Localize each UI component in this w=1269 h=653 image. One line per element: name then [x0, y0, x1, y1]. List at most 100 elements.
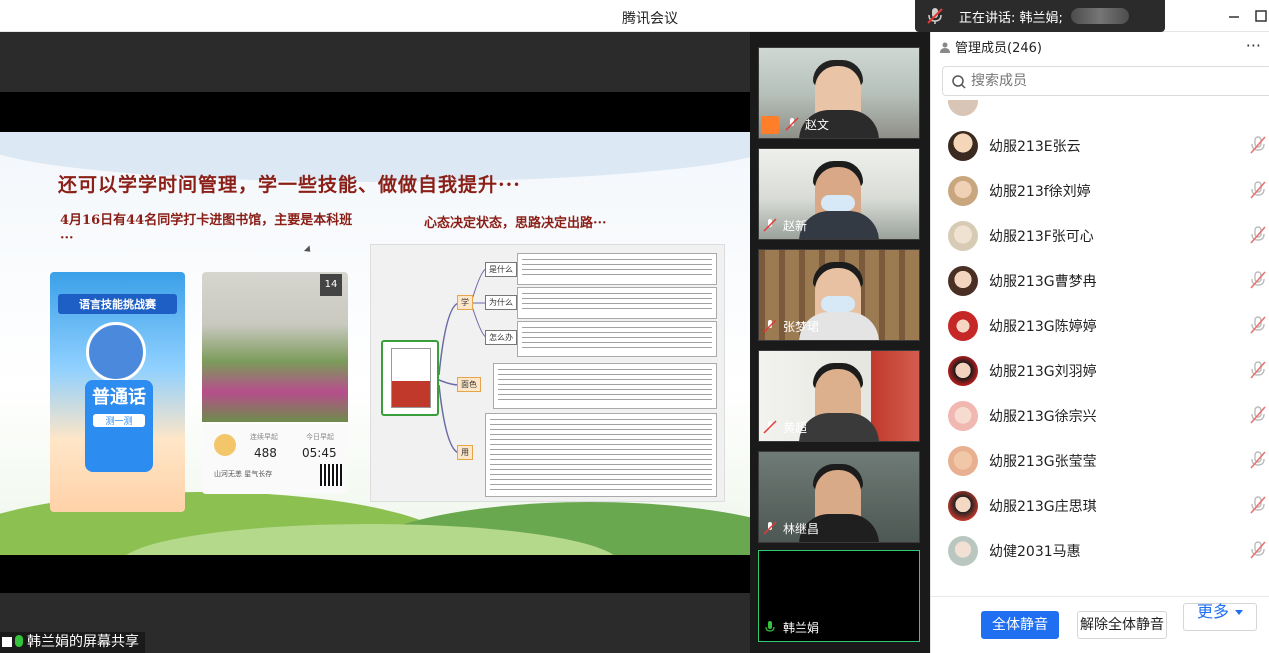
video-tile[interactable]: 赵新 [758, 148, 920, 240]
screen-share-area[interactable]: 还可以学学时间管理，学一些技能、做做自我提升··· 4月16日有44名同学打卡进… [0, 32, 750, 653]
slide-heading: 还可以学学时间管理，学一些技能、做做自我提升··· [58, 174, 521, 196]
avatar [948, 491, 978, 521]
maximize-icon[interactable] [1253, 8, 1269, 24]
member-search[interactable] [942, 66, 1269, 96]
host-icon [761, 116, 779, 134]
mic-off-icon[interactable] [1249, 180, 1267, 200]
avatar [948, 401, 978, 431]
list-item[interactable]: 幼服213G庄思琪 [931, 483, 1269, 528]
mind-map-node: 是什么 [485, 262, 517, 277]
avatar [948, 266, 978, 296]
video-tile[interactable]: 张梦珺 [758, 249, 920, 341]
checkin-avatar [214, 434, 236, 456]
member-name: 幼服213G徐宗兴 [989, 409, 1097, 425]
poster-figure [86, 322, 146, 382]
slide-left-text: 4月16日有44名同学打卡进图书馆，主要是本科班··· [60, 213, 353, 246]
video-nameplate: 黄超 [763, 419, 807, 437]
panel-footer: 全体静音 解除全体静音 更多 [931, 596, 1269, 653]
list-item[interactable]: 幼服213G陈婷婷 [931, 303, 1269, 348]
avatar [948, 311, 978, 341]
more-button[interactable]: 更多 [1183, 603, 1257, 631]
mic-off-icon[interactable] [1249, 360, 1267, 380]
mic-off-icon[interactable] [1249, 135, 1267, 155]
video-tile-active[interactable]: 韩兰娟 [758, 550, 920, 642]
avatar [948, 221, 978, 251]
mind-map-node: 怎么办 [485, 330, 517, 345]
mind-map-node: 面色 [457, 377, 481, 392]
list-item[interactable]: 幼服213E张云 [931, 123, 1269, 168]
qr-code [320, 464, 342, 486]
mute-all-button[interactable]: 全体静音 [981, 611, 1059, 639]
poster-title: 语言技能挑战赛 [58, 294, 177, 314]
panel-header: 管理成员(246) [939, 38, 1042, 60]
minimize-icon[interactable] [1226, 8, 1242, 24]
video-tile[interactable]: 林继昌 [758, 451, 920, 543]
avatar [948, 446, 978, 476]
mic-off-icon[interactable] [1249, 270, 1267, 290]
screen-share-owner: 韩兰娟的屏幕共享 [27, 634, 139, 650]
more-options-icon[interactable]: ··· [1246, 38, 1261, 54]
avatar [948, 100, 978, 116]
mic-off-icon[interactable] [1249, 225, 1267, 245]
share-letterbox-bottom [0, 555, 750, 593]
member-name: 幼服213G庄思琪 [989, 499, 1097, 515]
poster-big-text: 普通话 [92, 387, 146, 408]
presentation-slide: 还可以学学时间管理，学一些技能、做做自我提升··· 4月16日有44名同学打卡进… [0, 132, 750, 555]
participant-name: 赵文 [805, 118, 830, 132]
speaking-indicator: 正在讲话: 韩兰娟; [915, 0, 1165, 32]
share-top-band [0, 32, 750, 92]
search-input[interactable] [971, 71, 1261, 91]
mind-map-text-block [517, 321, 717, 357]
share-letterbox-top [0, 92, 750, 132]
list-item[interactable]: 幼健2031马惠 [931, 528, 1269, 573]
avatar [948, 176, 978, 206]
mic-off-icon [785, 117, 799, 131]
mic-off-icon[interactable] [1249, 405, 1267, 425]
mic-off-icon[interactable] [1249, 495, 1267, 515]
poster-button: 测一测 [93, 414, 145, 427]
mic-off-icon [763, 319, 777, 333]
video-nameplate: 张梦珺 [763, 318, 819, 336]
more-button-label: 更多 [1196, 602, 1229, 621]
list-item[interactable]: 幼服213G刘羽婷 [931, 348, 1269, 393]
mic-off-icon[interactable] [1249, 540, 1267, 560]
mic-off-icon[interactable] [1249, 315, 1267, 335]
list-item[interactable]: 幼服213F张可心 [931, 213, 1269, 258]
poster-card: 普通话 测一测 [85, 380, 153, 472]
mind-map-node: 用 [457, 445, 473, 460]
list-item-partial[interactable] [931, 100, 1269, 123]
avatar [948, 356, 978, 386]
mic-off-icon[interactable] [1249, 450, 1267, 470]
list-item[interactable]: 幼服213G张莹莹 [931, 438, 1269, 483]
list-item[interactable]: 幼服213f徐刘婷 [931, 168, 1269, 213]
participant-name: 赵新 [783, 219, 808, 233]
video-tile[interactable]: 黄超 [758, 350, 920, 442]
list-item[interactable]: 幼服213G徐宗兴 [931, 393, 1269, 438]
mic-off-icon [763, 521, 777, 535]
avatar [948, 131, 978, 161]
mind-map-text-block [517, 253, 717, 285]
checkin-date: 14 [320, 274, 342, 296]
unmute-all-button[interactable]: 解除全体静音 [1077, 611, 1167, 639]
video-tile[interactable]: 赵文 [758, 47, 920, 139]
challenge-poster-image: 语言技能挑战赛 普通话 测一测 [50, 272, 185, 512]
stat-label: 今日早起 [306, 433, 334, 441]
participant-name: 黄超 [783, 421, 808, 435]
member-name: 幼健2031马惠 [989, 544, 1081, 560]
video-nameplate: 赵文 [785, 116, 829, 134]
search-icon [952, 75, 966, 89]
participant-name: 韩兰娟 [783, 621, 820, 635]
list-item[interactable]: 幼服213G曹梦冉 [931, 258, 1269, 303]
member-list[interactable]: 幼服213E张云 幼服213f徐刘婷 幼服213F张可心 幼服213G曹梦冉 幼 [931, 100, 1269, 596]
member-name: 幼服213F张可心 [989, 229, 1094, 245]
mind-map-text-block [485, 413, 717, 497]
member-name: 幼服213f徐刘婷 [989, 184, 1091, 200]
mind-map-text-block [493, 363, 717, 409]
title-bar: 腾讯会议 正在讲话: 韩兰娟; [0, 0, 1269, 32]
mic-on-icon [765, 621, 775, 632]
chevron-down-icon [1235, 610, 1243, 615]
slide-right-text: 心态决定状态，思路决定出路··· [424, 216, 607, 231]
stat-value: 488 [254, 446, 277, 460]
video-nameplate: 赵新 [763, 217, 807, 235]
mind-map-node: 学 [457, 295, 473, 310]
